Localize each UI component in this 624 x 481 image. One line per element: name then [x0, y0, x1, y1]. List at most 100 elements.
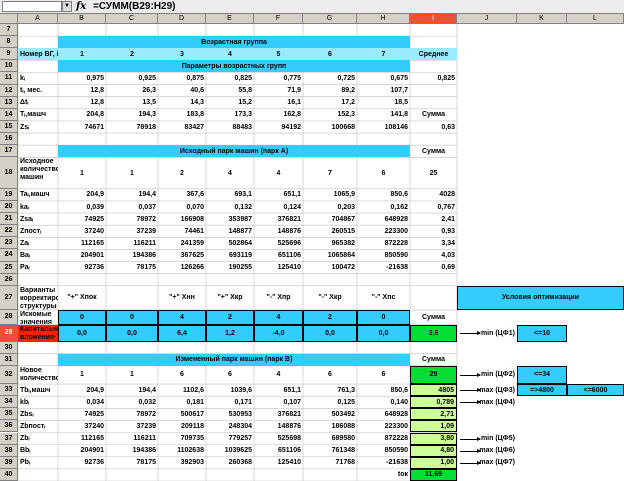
data-cell[interactable]: 194386 — [106, 249, 158, 261]
select-all-corner[interactable] — [0, 14, 18, 24]
data-cell[interactable]: 1065,9 — [303, 189, 357, 201]
data-cell[interactable]: 94192 — [254, 121, 303, 133]
count-cell[interactable]: 1 — [58, 366, 106, 384]
insert-function-icon[interactable]: fx — [76, 0, 86, 13]
data-cell[interactable]: 78175 — [106, 457, 158, 469]
row-header-10[interactable]: 10 — [0, 60, 18, 73]
data-cell[interactable]: 71768 — [303, 457, 357, 469]
data-cell[interactable]: 0,675 — [357, 72, 410, 84]
data-cell[interactable]: 850590 — [357, 249, 410, 261]
row-header-9[interactable]: 9 — [0, 48, 18, 61]
column-header-d[interactable]: D — [158, 14, 206, 24]
count-cell[interactable]: 1 — [106, 366, 158, 384]
row-header-39[interactable]: 39 — [0, 456, 18, 469]
column-header-e[interactable]: E — [206, 14, 254, 24]
column-header-g[interactable]: G — [303, 14, 357, 24]
data-cell[interactable]: 194,4 — [106, 384, 158, 396]
row-header-17[interactable]: 17 — [0, 145, 18, 158]
data-cell[interactable]: 223300 — [357, 225, 410, 237]
name-box-dropdown-icon[interactable]: ▼ — [62, 1, 72, 12]
decision-variable[interactable]: 2 — [303, 310, 357, 325]
data-cell[interactable]: 0,034 — [58, 396, 106, 408]
row-header-33[interactable]: 33 — [0, 384, 18, 397]
data-cell[interactable]: 376821 — [254, 213, 303, 225]
data-cell[interactable]: 190255 — [206, 262, 254, 274]
summary-cell[interactable]: 4,03 — [410, 249, 457, 261]
data-cell[interactable]: 37240 — [58, 420, 106, 432]
column-header-j[interactable]: J — [457, 14, 517, 24]
summary-cell[interactable]: 29 — [410, 365, 457, 384]
data-cell[interactable]: 0,124 — [254, 201, 303, 213]
summary-cell[interactable]: 3,34 — [410, 237, 457, 249]
data-cell[interactable]: 761348 — [303, 445, 357, 457]
data-cell[interactable]: 209118 — [158, 420, 206, 432]
count-cell[interactable]: 2 — [158, 157, 206, 189]
capital-cell[interactable]: 1,2 — [206, 324, 254, 342]
data-cell[interactable]: 651,1 — [254, 189, 303, 201]
column-header-i[interactable]: I — [410, 14, 457, 24]
row-header-34[interactable]: 34 — [0, 396, 18, 409]
data-cell[interactable]: 108146 — [357, 121, 410, 133]
data-cell[interactable]: 88483 — [206, 121, 254, 133]
data-cell[interactable]: 779257 — [206, 433, 254, 445]
row-header-8[interactable]: 8 — [0, 36, 18, 49]
data-cell[interactable]: 651106 — [254, 249, 303, 261]
summary-cell[interactable]: 0,789 — [410, 396, 457, 409]
data-cell[interactable]: 71,9 — [254, 85, 303, 97]
data-cell[interactable]: 186088 — [303, 420, 357, 432]
data-cell[interactable]: 152,3 — [303, 109, 357, 121]
count-cell[interactable]: 4 — [254, 157, 303, 189]
data-cell[interactable]: 502864 — [206, 237, 254, 249]
count-cell[interactable]: 4 — [254, 366, 303, 384]
row-header-14[interactable]: 14 — [0, 108, 18, 121]
decision-variable[interactable]: 0 — [106, 310, 158, 325]
data-cell[interactable]: 17,2 — [303, 97, 357, 109]
row-header-20[interactable]: 20 — [0, 200, 18, 214]
data-cell[interactable]: 260515 — [303, 225, 357, 237]
data-cell[interactable]: 74671 — [58, 121, 106, 133]
data-cell[interactable]: 148876 — [254, 225, 303, 237]
data-cell[interactable]: 1102638 — [158, 445, 206, 457]
data-cell[interactable]: 0,925 — [106, 72, 158, 84]
summary-cell[interactable]: 25 — [410, 157, 457, 189]
data-cell[interactable]: 78175 — [106, 262, 158, 274]
column-header-c[interactable]: C — [106, 14, 158, 24]
data-cell[interactable]: 0,825 — [206, 72, 254, 84]
summary-cell[interactable]: 0,69 — [410, 262, 457, 274]
data-cell[interactable]: 148877 — [206, 225, 254, 237]
data-cell[interactable]: 112165 — [58, 237, 106, 249]
decision-variable[interactable]: 4 — [158, 310, 206, 325]
row-header-22[interactable]: 22 — [0, 225, 18, 238]
data-cell[interactable]: 204901 — [58, 445, 106, 457]
row-header-27[interactable]: 27 — [0, 285, 18, 311]
column-header-k[interactable]: K — [517, 14, 567, 24]
data-cell[interactable]: 141,8 — [357, 109, 410, 121]
data-cell[interactable]: 693119 — [206, 249, 254, 261]
data-cell[interactable]: 37239 — [106, 225, 158, 237]
count-cell[interactable]: 1 — [58, 157, 106, 189]
row-header-32[interactable]: 32 — [0, 365, 18, 384]
data-cell[interactable]: 107,7 — [357, 85, 410, 97]
data-cell[interactable]: 148876 — [254, 420, 303, 432]
data-cell[interactable]: 14,3 — [158, 97, 206, 109]
row-header-7[interactable]: 7 — [0, 24, 18, 37]
decision-variable[interactable]: 4 — [254, 310, 303, 325]
data-cell[interactable]: 353987 — [206, 213, 254, 225]
summary-cell[interactable]: 0,767 — [410, 201, 457, 213]
data-cell[interactable]: 166908 — [158, 213, 206, 225]
data-cell[interactable]: 100668 — [303, 121, 357, 133]
data-cell[interactable]: 74925 — [58, 408, 106, 420]
row-header-19[interactable]: 19 — [0, 188, 18, 201]
capital-cell[interactable]: -4,0 — [254, 324, 303, 342]
data-cell[interactable]: 241359 — [158, 237, 206, 249]
row-header-36[interactable]: 36 — [0, 420, 18, 433]
summary-cell[interactable]: Сумма — [410, 109, 457, 121]
data-cell[interactable]: 112165 — [58, 433, 106, 445]
data-cell[interactable]: 1039,6 — [206, 384, 254, 396]
constraint-cell[interactable]: <=34 — [517, 365, 567, 384]
data-cell[interactable]: 78918 — [106, 121, 158, 133]
data-cell[interactable]: 162,8 — [254, 109, 303, 121]
data-cell[interactable]: 0,975 — [58, 72, 106, 84]
data-cell[interactable]: 500617 — [158, 408, 206, 420]
data-cell[interactable]: 0,132 — [206, 201, 254, 213]
